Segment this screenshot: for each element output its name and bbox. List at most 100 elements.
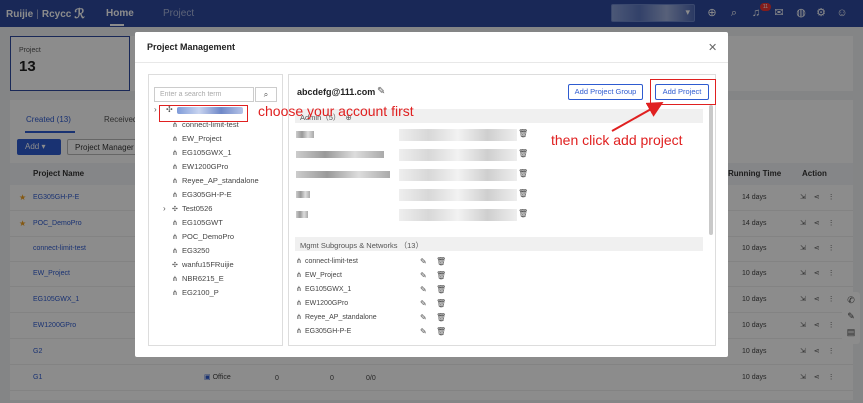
scrollbar[interactable] (709, 105, 713, 235)
trash-icon[interactable]: 🗑 (436, 313, 446, 322)
network-icon: ⋔ (172, 290, 178, 297)
trash-icon[interactable]: 🗑 (436, 285, 446, 294)
tree-item-label: POC_DemoPro (182, 232, 235, 241)
tree-item[interactable]: ⋔ Reyee_AP_standalone (172, 176, 259, 188)
tree-item-label: EG105GWX_1 (182, 148, 232, 157)
trash-icon[interactable]: 🗑 (518, 149, 528, 158)
network-row: ⋔ EW_Project ✎ 🗑 (296, 271, 456, 283)
admin-email-redacted (399, 209, 517, 221)
network-row: ⋔ EG305GH-P-E ✎ 🗑 (296, 327, 456, 339)
pencil-icon[interactable]: ✎ (420, 313, 427, 322)
network-icon: ⋔ (296, 258, 302, 265)
network-icon: ⋔ (296, 272, 302, 279)
network-icon: ⋔ (172, 150, 178, 157)
admin-email-redacted (399, 169, 517, 181)
network-icon: ⋔ (172, 164, 178, 171)
tree-item-label: EG305GH-P-E (182, 190, 232, 199)
network-label: connect-limit-test (305, 258, 358, 265)
network-icon: ⋔ (172, 136, 178, 143)
network-label: EW_Project (305, 272, 342, 279)
trash-icon[interactable]: 🗑 (518, 209, 528, 218)
group-icon: ✣ (172, 206, 178, 213)
network-icon: ⋔ (296, 328, 302, 335)
tree-item[interactable]: ⋔ EG105GWX_1 (172, 148, 232, 160)
trash-icon[interactable]: 🗑 (436, 271, 446, 280)
network-label: EG305GH-P-E (305, 328, 352, 335)
tree-item-label: EW1200GPro (182, 162, 229, 171)
admin-name-redacted (296, 211, 308, 218)
tree-item[interactable]: ⋔ POC_DemoPro (172, 232, 234, 244)
admin-name-redacted (296, 191, 310, 198)
trash-icon[interactable]: 🗑 (518, 169, 528, 178)
admin-name-redacted (296, 151, 384, 158)
highlight-account-box (159, 105, 248, 122)
search-button[interactable]: ⌕ (255, 87, 277, 102)
tree-item-label: EG2100_P (182, 288, 219, 297)
admin-row: 🗑 (296, 149, 556, 161)
network-icon: ⋔ (172, 192, 178, 199)
network-icon: ⋔ (296, 300, 302, 307)
chevron-right-icon[interactable]: › (154, 105, 157, 114)
trash-icon[interactable]: 🗑 (518, 189, 528, 198)
network-icon: ⋔ (172, 248, 178, 255)
tree-item-label: EW_Project (182, 134, 222, 143)
pencil-icon[interactable]: ✎ (420, 285, 427, 294)
divider (135, 62, 728, 63)
mgmt-section-header: Mgmt Subgroups & Networks （13） (295, 237, 703, 251)
admin-row: 🗑 (296, 209, 556, 221)
account-name: abcdefg@111.com (297, 87, 376, 97)
network-label: Reyee_AP_standalone (305, 314, 377, 321)
tree-item[interactable]: ✣ wanfu15FRuijie (172, 260, 234, 272)
tree-item[interactable]: ⋔ EG105GWT (172, 218, 223, 230)
admin-name-redacted (296, 171, 390, 178)
network-icon: ⋔ (172, 220, 178, 227)
tree-item[interactable]: ⋔ EW_Project (172, 134, 222, 146)
network-icon: ⋔ (296, 286, 302, 293)
admin-row: 🗑 (296, 189, 556, 201)
tree-item-label: EG105GWT (182, 218, 223, 227)
pencil-icon[interactable]: ✎ (420, 271, 427, 280)
trash-icon[interactable]: 🗑 (436, 327, 446, 336)
admin-email-redacted (399, 149, 517, 161)
network-icon: ⋔ (172, 178, 178, 185)
pencil-icon[interactable]: ✎ (420, 257, 427, 266)
search-icon: ⌕ (263, 90, 269, 99)
network-icon: ⋔ (296, 314, 302, 321)
tree-item-label: EG3250 (182, 246, 210, 255)
tree-item[interactable]: ⋔ EG2100_P (172, 288, 219, 300)
network-row: ⋔ Reyee_AP_standalone ✎ 🗑 (296, 313, 456, 325)
close-icon[interactable]: ✕ (708, 41, 717, 54)
tree-item[interactable]: ⋔ EG3250 (172, 246, 210, 258)
tree-item-label: NBR6215_E (182, 274, 224, 283)
tree-item[interactable]: ⋔ NBR6215_E (172, 274, 224, 286)
network-row: ⋔ EW1200GPro ✎ 🗑 (296, 299, 456, 311)
tree-item-label: wanfu15FRuijie (182, 260, 234, 269)
tree-item[interactable]: ⋔ EW1200GPro (172, 162, 228, 174)
admin-email-redacted (399, 189, 517, 201)
network-label: EG105GWX_1 (305, 286, 352, 293)
pencil-icon[interactable]: ✎ (420, 299, 427, 308)
tree-item[interactable]: ⋔ EG305GH-P-E (172, 190, 232, 202)
chevron-right-icon[interactable]: › (163, 204, 166, 213)
trash-icon[interactable]: 🗑 (436, 299, 446, 308)
pencil-icon[interactable]: ✎ (420, 327, 427, 336)
arrow-icon (611, 102, 664, 132)
network-icon: ⋔ (172, 122, 178, 129)
project-management-dialog: Project Management ✕ ⌕ › ✣ ⋔connect-limi… (135, 32, 728, 357)
tree-item-label: Test0526 (182, 204, 213, 213)
trash-icon[interactable]: 🗑 (518, 129, 528, 138)
admin-row: 🗑 (296, 169, 556, 181)
pencil-icon[interactable]: ✎ (377, 86, 385, 97)
admin-email-redacted (399, 129, 517, 141)
trash-icon[interactable]: 🗑 (436, 257, 446, 266)
search-input[interactable] (154, 87, 254, 102)
tree-item[interactable]: › ✣ Test0526 (163, 204, 213, 216)
network-icon: ⋔ (172, 276, 178, 283)
group-icon: ✣ (172, 262, 178, 269)
network-icon: ⋔ (172, 234, 178, 241)
network-label: EW1200GPro (305, 300, 349, 307)
network-row: ⋔ EG105GWX_1 ✎ 🗑 (296, 285, 456, 297)
network-row: ⋔ connect-limit-test ✎ 🗑 (296, 257, 456, 269)
admin-row: 🗑 (296, 129, 556, 141)
admin-name-redacted (296, 131, 314, 138)
